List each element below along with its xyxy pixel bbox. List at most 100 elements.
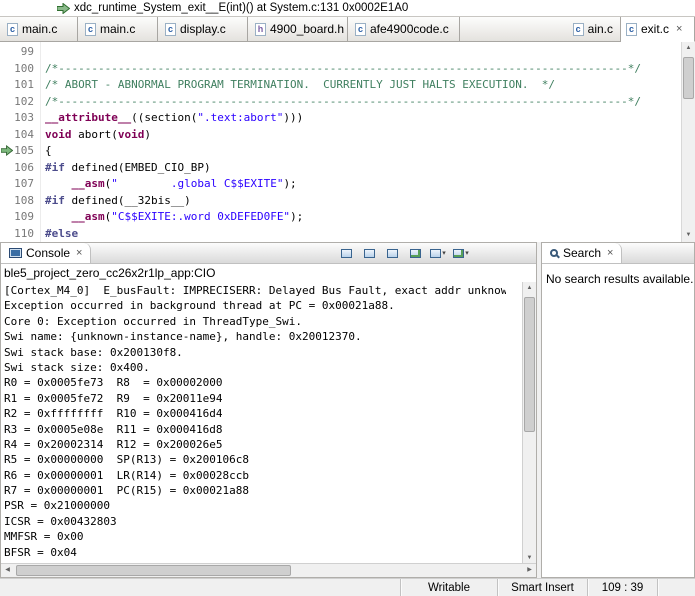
search-view: Search × No search results available. St… [541,242,695,578]
console-view: Console × ▾ ▾ ble5_project_zero_cc26x2r1… [0,242,537,578]
close-tab-icon[interactable]: × [676,23,682,35]
editor-scrollbar-thumb[interactable] [683,57,694,99]
code-editor[interactable]: 99 100 /*-------------------------------… [0,42,695,242]
tab-ain-c[interactable]: c ain.c [460,17,621,41]
console-line: Core 0: Exception occurred in ThreadType… [4,314,303,328]
console-line: Swi stack base: 0x200130f8. [4,345,183,359]
stack-frame-text: xdc_runtime_System_exit__E(int)() at Sys… [74,2,409,14]
c-file-icon: c [626,22,637,36]
line-number: 110 [14,226,34,240]
console-text: [Cortex_M4_0] E_busFault: IMPRECISERR: D… [4,283,506,560]
c-file-icon: c [85,22,96,36]
code-line: 101 /* ABORT - ABNORMAL PROGRAM TERMINAT… [0,77,681,94]
code-text[interactable]: #if defined(__32bis__) [40,193,191,210]
code-line: 108 #if defined(__32bis__) [0,193,681,210]
word-wrap-icon[interactable] [383,245,401,261]
console-horizontal-scrollbar[interactable]: ◀ ▶ [1,563,536,577]
display-selected-console-icon[interactable]: ▾ [429,245,447,261]
code-text[interactable]: __asm(" .global C$$EXITE"); [40,176,297,193]
dropdown-caret-icon: ▾ [442,250,446,257]
console-line: R3 = 0x0005e08e R11 = 0x000416d8 [4,422,223,436]
code-line: 110 #else [0,226,681,243]
status-insert-mode: Smart Insert [497,579,587,596]
console-line: R0 = 0x0005fe73 R8 = 0x00002000 [4,376,223,390]
debug-stack-frame[interactable]: xdc_runtime_System_exit__E(int)() at Sys… [0,0,695,16]
tab-display-c[interactable]: c display.c [158,17,248,41]
tab-label: exit.c [641,22,670,36]
code-line: 100 /*----------------------------------… [0,61,681,78]
tab-search[interactable]: Search × [542,243,623,263]
code-text[interactable]: /*--------------------------------------… [40,94,641,111]
console-icon [9,248,22,258]
console-line: R4 = 0x20002314 R12 = 0x200026e5 [4,437,223,451]
status-writable: Writable [400,579,497,596]
status-bar: Writable Smart Insert 109 : 39 [0,578,695,596]
console-output[interactable]: [Cortex_M4_0] E_busFault: IMPRECISERR: D… [1,282,536,565]
status-empty-field [657,579,695,596]
line-number: 100 [14,61,34,75]
code-line: 109 __asm("C$$EXITE:.word 0xDEFED0FE"); [0,209,681,226]
code-text[interactable]: { [40,143,52,160]
instruction-pointer-icon[interactable] [0,144,14,159]
console-line: PSR = 0x21000000 [4,499,110,513]
scroll-up-icon[interactable]: ▲ [523,282,536,295]
code-text[interactable]: #else [40,226,78,243]
code-text[interactable]: void abort(void) [40,127,151,144]
scroll-lock-icon[interactable] [360,245,378,261]
code-line: 102 /*----------------------------------… [0,94,681,111]
tab-afe4900code-c[interactable]: c afe4900code.c [348,17,460,41]
line-number: 108 [14,193,34,207]
code-line: 105 { [0,143,681,160]
console-view-header: Console × ▾ ▾ [1,243,536,264]
console-vertical-scrollbar[interactable]: ▲ ▼ [522,282,536,565]
console-hscrollbar-thumb[interactable] [16,565,291,576]
tab-label: 4900_board.h [270,22,345,36]
code-text[interactable]: /*--------------------------------------… [40,61,641,78]
close-console-view-icon[interactable]: × [76,247,82,259]
search-view-header: Search × [542,243,694,264]
console-line: R1 = 0x0005fe72 R9 = 0x20011e94 [4,391,223,405]
tab-main-c-2[interactable]: c main.c [78,17,158,41]
line-number: 106 [14,160,34,174]
console-line: BFSR = 0x04 [4,545,77,559]
scroll-down-icon[interactable]: ▼ [682,229,695,242]
ide-window: xdc_runtime_System_exit__E(int)() at Sys… [0,0,695,596]
code-text[interactable]: __attribute__((section(".text:abort"))) [40,110,303,127]
scroll-left-icon[interactable]: ◀ [1,564,14,577]
clear-console-icon[interactable] [337,245,355,261]
tab-exit-c[interactable]: c exit.c × [621,17,695,42]
search-icon [550,249,558,257]
line-number: 109 [14,210,34,223]
pin-console-icon[interactable] [406,245,424,261]
tab-label: main.c [22,22,58,36]
console-scrollbar-thumb[interactable] [524,297,535,432]
tab-4900-board-h[interactable]: h 4900_board.h [248,17,348,41]
tab-label: display.c [180,22,226,36]
close-search-view-icon[interactable]: × [607,247,613,259]
console-line: ICSR = 0x00432803 [4,514,117,528]
editor-scrollbar[interactable]: ▲ ▼ [681,42,695,242]
code-text[interactable] [40,44,45,61]
console-line: R5 = 0x00000000 SP(R13) = 0x200106c8 [4,453,250,467]
scroll-up-icon[interactable]: ▲ [682,42,695,55]
console-line: Swi stack size: 0x400. [4,360,150,374]
console-line: Swi name: {unknown-instance-name}, handl… [4,330,362,344]
search-empty-message: No search results available. Start a sea… [546,272,694,286]
code-text[interactable]: /* ABORT - ABNORMAL PROGRAM TERMINATION.… [40,77,555,94]
c-file-icon: c [572,22,584,36]
code-text[interactable]: __asm("C$$EXITE:.word 0xDEFED0FE"); [40,209,304,226]
scroll-right-icon[interactable]: ▶ [523,564,536,577]
open-console-icon[interactable]: ▾ [452,245,470,261]
line-number: 101 [14,78,34,91]
code-lines: 99 100 /*-------------------------------… [0,44,681,242]
tab-console[interactable]: Console × [1,243,92,263]
code-line: 99 [0,44,681,61]
code-line: 107 __asm(" .global C$$EXITE"); [0,176,681,193]
line-number: 102 [14,94,34,108]
tab-main-c-1[interactable]: c main.c [0,17,78,41]
code-line: 103 __attribute__((section(".text:abort"… [0,110,681,127]
tab-label: main.c [100,22,136,36]
code-text[interactable]: #if defined(EMBED_CIO_BP) [40,160,211,177]
console-line: R7 = 0x00000001 PC(R15) = 0x00021a88 [4,484,250,498]
code-line: 104 void abort(void) [0,127,681,144]
